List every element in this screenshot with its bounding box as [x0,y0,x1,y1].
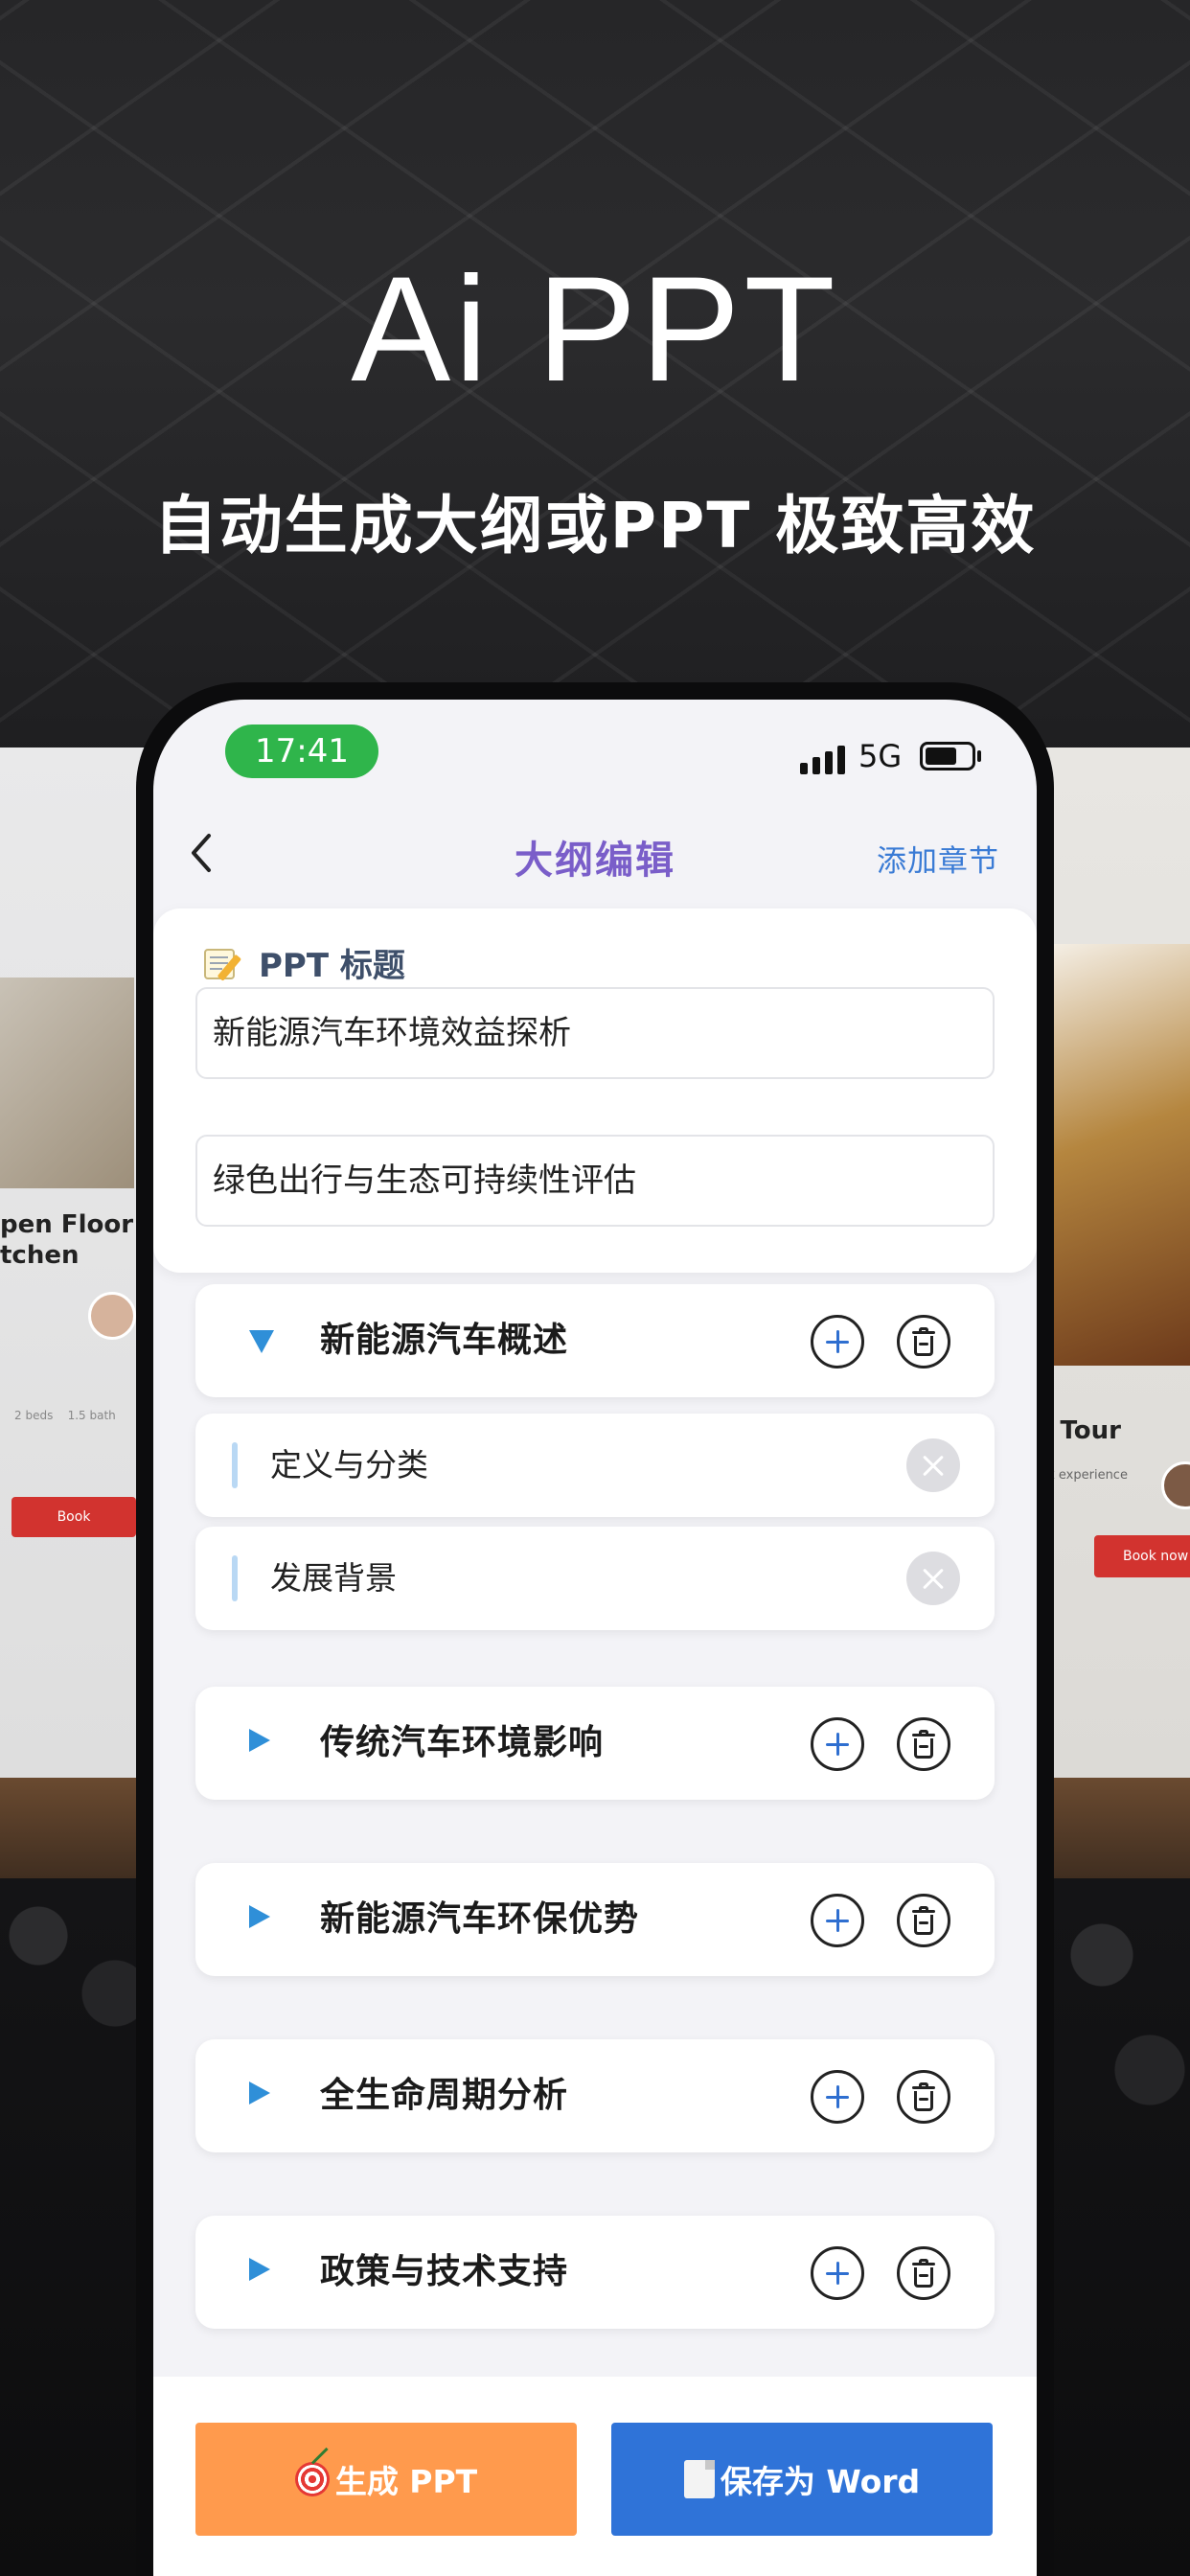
add-subsection-button[interactable] [811,2246,864,2300]
hero-title: Ai PPT [351,246,839,413]
add-chapter-button[interactable]: 添加章节 [877,837,999,880]
background-left-avatar [88,1292,136,1340]
chapter-title: 新能源汽车概述 [320,1321,569,1360]
expand-triangle-icon[interactable] [249,1729,270,1752]
delete-chapter-button[interactable] [897,1717,950,1771]
generate-ppt-button[interactable]: 生成 PPT [195,2423,577,2536]
chapter-card[interactable]: 新能源汽车概述 [195,1284,995,1397]
remove-subsection-button[interactable] [906,1438,960,1492]
chapter-card[interactable]: 政策与技术支持 [195,2216,995,2329]
subsection-bar [232,1555,238,1601]
add-subsection-button[interactable] [811,1717,864,1771]
collapse-triangle-icon[interactable] [249,1330,274,1353]
delete-chapter-button[interactable] [897,2070,950,2124]
background-left-meta: 2 beds 1.5 bath [14,1409,116,1422]
document-icon [683,2460,715,2498]
battery-cap [977,750,981,762]
ppt-title-heading: PPT 标题 [201,939,405,986]
ppt-subtitle-input[interactable]: 绿色出行与生态可持续性评估 [195,1135,995,1227]
hero-subtitle: 自动生成大纲或PPT 极致高效 [153,489,1037,563]
chapter-card[interactable]: 新能源汽车环保优势 [195,1863,995,1976]
bottom-action-bar: 生成 PPT 保存为 Word [153,2377,1037,2576]
delete-chapter-button[interactable] [897,2246,950,2300]
background-left-button: Book [11,1497,136,1537]
subsection-bar [232,1442,238,1488]
chapter-card[interactable]: 全生命周期分析 [195,2039,995,2152]
chapter-card[interactable]: 传统汽车环境影响 [195,1687,995,1800]
delete-chapter-button[interactable] [897,1894,950,1947]
signal-icon [800,746,845,774]
ppt-title-label: PPT 标题 [259,947,405,985]
expand-triangle-icon[interactable] [249,2082,270,2104]
subsection-item[interactable]: 发展背景 [195,1527,995,1630]
save-word-label: 保存为 Word [720,2463,921,2500]
dart-target-icon [294,2447,330,2496]
add-subsection-button[interactable] [811,1315,864,1368]
expand-triangle-icon[interactable] [249,1905,270,1928]
background-right-button: Book now [1094,1535,1190,1577]
status-time: 17:41 [225,724,378,778]
background-left-photo [0,978,134,1188]
subsection-item[interactable]: 定义与分类 [195,1414,995,1517]
expand-triangle-icon[interactable] [249,2258,270,2281]
subsection-title: 定义与分类 [270,1446,428,1484]
ppt-title-input[interactable]: 新能源汽车环境效益探析 [195,987,995,1079]
delete-chapter-button[interactable] [897,1315,950,1368]
chapter-title: 全生命周期分析 [320,2076,569,2115]
memo-icon [201,944,247,982]
save-word-button[interactable]: 保存为 Word [611,2423,993,2536]
background-right-photo [1054,944,1190,1366]
generate-ppt-label: 生成 PPT [334,2463,478,2500]
chapter-title: 新能源汽车环保优势 [320,1899,640,1939]
battery-icon [920,742,975,770]
network-label: 5G [858,738,903,774]
chapter-title: 政策与技术支持 [320,2252,569,2291]
remove-subsection-button[interactable] [906,1552,960,1605]
chapter-title: 传统汽车环境影响 [320,1723,605,1762]
phone-screen: 17:41 5G 大纲编辑 添加章节 PPT 标题 新能源汽车环境效益探析 绿色… [153,700,1037,2576]
ppt-title-card: PPT 标题 新能源汽车环境效益探析 绿色出行与生态可持续性评估 [153,908,1037,1273]
subsection-title: 发展背景 [270,1559,397,1597]
add-subsection-button[interactable] [811,2070,864,2124]
add-subsection-button[interactable] [811,1894,864,1947]
